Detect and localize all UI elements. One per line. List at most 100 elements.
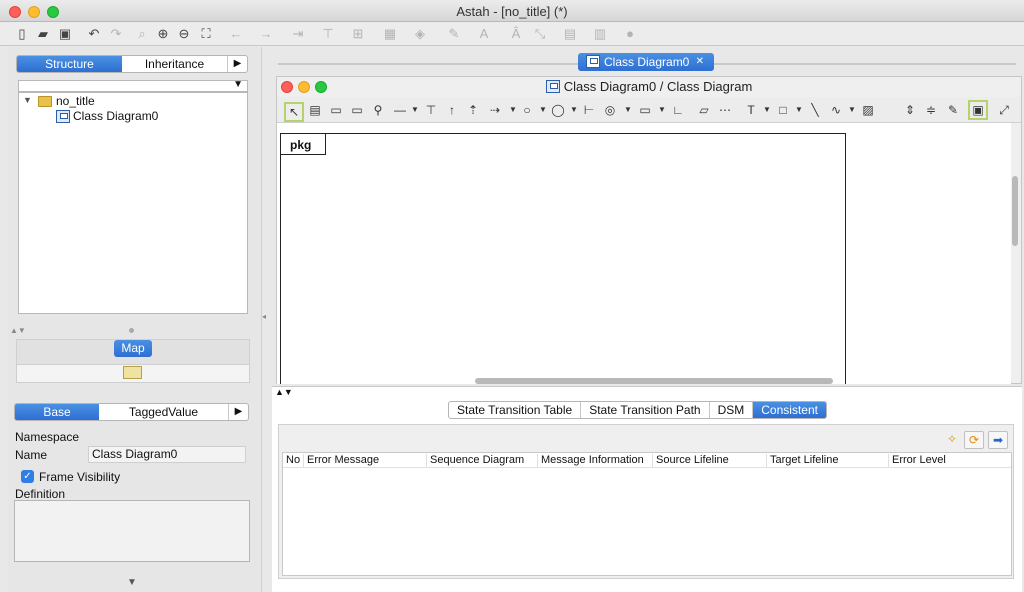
interface-tool-icon[interactable]: ⚲: [370, 102, 386, 118]
frame-visibility-checkbox[interactable]: ✓: [21, 470, 34, 483]
chevron-down-icon[interactable]: ▼: [535, 102, 551, 118]
object-tool-icon[interactable]: ▭: [637, 102, 653, 118]
instance-tool-icon[interactable]: ○: [519, 102, 535, 118]
tab-dsm[interactable]: DSM: [708, 402, 753, 418]
tab-base[interactable]: Base: [15, 404, 99, 420]
chevron-down-icon[interactable]: ▼: [844, 102, 860, 118]
map-viewport-indicator[interactable]: [123, 366, 142, 379]
definition-label: Definition: [15, 487, 66, 501]
collapse-down-icon[interactable]: ▼: [127, 577, 137, 588]
tab-consistent[interactable]: Consistent: [752, 402, 826, 418]
package-tool-icon[interactable]: ▭: [328, 102, 344, 118]
line-color-icon[interactable]: ✎: [446, 26, 462, 42]
name-field[interactable]: Class Diagram0: [88, 446, 246, 463]
select-tool-icon[interactable]: ↖: [284, 102, 304, 122]
close-tab-icon[interactable]: ✕: [696, 53, 704, 71]
link-tool-icon[interactable]: ∟: [670, 102, 686, 118]
chevron-down-icon[interactable]: ▼: [620, 102, 636, 118]
definition-textarea[interactable]: [14, 500, 250, 562]
realization-tool-icon[interactable]: ⇡: [465, 102, 481, 118]
snap-grid-icon[interactable]: ▣: [968, 100, 988, 120]
note-anchor-tool-icon[interactable]: ⋯: [717, 102, 733, 118]
map-button[interactable]: Map: [114, 340, 152, 357]
chevron-down-icon[interactable]: ▼: [566, 102, 582, 118]
bottom-splitter-icon[interactable]: ▲▼: [275, 387, 293, 397]
text-tool-icon[interactable]: T: [743, 102, 759, 118]
curve-tool-icon[interactable]: ∿: [828, 102, 844, 118]
new-file-icon[interactable]: ▯: [14, 26, 30, 42]
fit-window-icon[interactable]: ⛶: [198, 26, 214, 42]
control-tool-icon[interactable]: ⊢: [581, 102, 597, 118]
circle-style-icon[interactable]: ●: [622, 26, 638, 42]
size-icon[interactable]: ▤: [562, 26, 578, 42]
image-tool-icon[interactable]: ▨: [860, 102, 876, 118]
chevron-down-icon[interactable]: ▼: [654, 102, 670, 118]
line-tool-icon[interactable]: ╲: [807, 102, 823, 118]
zoom-in-icon[interactable]: ⊕: [155, 26, 171, 42]
class-tool-icon[interactable]: ▤: [307, 102, 323, 118]
back-icon[interactable]: ←: [228, 26, 244, 42]
line-style-icon[interactable]: ⤡: [532, 26, 548, 42]
association-class-icon[interactable]: ⊤: [423, 102, 439, 118]
tabs-more-icon[interactable]: ▶: [227, 56, 247, 72]
zoom-out-icon[interactable]: ⊖: [176, 26, 192, 42]
open-folder-icon[interactable]: ▰: [35, 26, 51, 42]
tree-item-no-title[interactable]: no_title: [56, 94, 95, 108]
redo-icon[interactable]: ↷: [108, 26, 124, 42]
boundary-tool-icon[interactable]: ◯: [550, 102, 566, 118]
note-tool-icon[interactable]: ▱: [696, 102, 712, 118]
splitter-arrows-icon[interactable]: ▲▼: [10, 326, 26, 335]
rectangle-tool-icon[interactable]: □: [775, 102, 791, 118]
refresh-icon[interactable]: ⟳: [964, 431, 984, 449]
splitter-handle[interactable]: [129, 328, 134, 333]
column-header-source-lifeline[interactable]: Source Lifeline: [652, 454, 766, 467]
tab-state-transition-path[interactable]: State Transition Path: [580, 402, 708, 418]
subsystem-tool-icon[interactable]: ▭: [349, 102, 365, 118]
tree-filter-dropdown[interactable]: ▼: [18, 79, 248, 92]
dependency-tool-icon[interactable]: ⇢: [487, 102, 503, 118]
diagram-document-tab[interactable]: Class Diagram0 ✕: [578, 53, 714, 71]
column-header-no[interactable]: No: [283, 454, 303, 467]
chevron-down-icon[interactable]: ▼: [791, 102, 807, 118]
distribute-icon[interactable]: ⊞: [350, 26, 366, 42]
column-header-sequence-diagram[interactable]: Sequence Diagram: [426, 454, 537, 467]
select-icon[interactable]: ⇥: [290, 26, 306, 42]
align-icon[interactable]: ⊤: [320, 26, 336, 42]
tree-item-class-diagram[interactable]: Class Diagram0: [73, 109, 158, 123]
prop-tabs-more-icon[interactable]: ▶: [228, 404, 248, 420]
arrange-icon[interactable]: ▥: [592, 26, 608, 42]
class-diagram-icon: [56, 110, 70, 123]
column-header-target-lifeline[interactable]: Target Lifeline: [766, 454, 888, 467]
column-header-error-level[interactable]: Error Level: [888, 454, 1011, 467]
tab-state-transition-table[interactable]: State Transition Table: [449, 402, 580, 418]
entity-tool-icon[interactable]: ◎: [602, 102, 618, 118]
pin-icon[interactable]: ✎: [945, 102, 961, 118]
save-icon[interactable]: ▣: [57, 26, 73, 42]
expand-triangle-icon[interactable]: ▼: [23, 95, 32, 105]
pane-splitter-icon[interactable]: ◂: [262, 312, 266, 321]
fill-color-icon[interactable]: ◈: [412, 26, 428, 42]
tab-tagged-value[interactable]: TaggedValue: [99, 404, 228, 420]
chevron-down-icon[interactable]: ▼: [759, 102, 775, 118]
export-icon[interactable]: ➡: [988, 431, 1008, 449]
undo-icon[interactable]: ↶: [86, 26, 102, 42]
tab-inheritance[interactable]: Inheritance: [122, 56, 227, 72]
vertical-scrollbar[interactable]: [1012, 176, 1018, 246]
association-tool-icon[interactable]: —: [392, 102, 408, 118]
zoom-area-icon[interactable]: ⌕: [134, 26, 150, 42]
font-color-icon[interactable]: A: [476, 26, 492, 42]
package-frame[interactable]: [280, 133, 846, 384]
chevron-down-icon[interactable]: ▼: [407, 102, 423, 118]
font-size-icon[interactable]: Â: [508, 26, 524, 42]
tab-structure[interactable]: Structure: [17, 56, 122, 72]
generalization-tool-icon[interactable]: ↑: [444, 102, 460, 118]
resize-icon[interactable]: ⤢: [996, 102, 1012, 118]
column-header-message-information[interactable]: Message Information: [537, 454, 652, 467]
layer-icon[interactable]: ▦: [382, 26, 398, 42]
check-consistency-icon[interactable]: ✧: [942, 431, 962, 449]
horizontal-scrollbar[interactable]: [475, 378, 833, 384]
vertical-space-icon[interactable]: ⇕: [902, 102, 918, 118]
forward-icon[interactable]: →: [258, 26, 274, 42]
column-header-error-message[interactable]: Error Message: [303, 454, 426, 467]
compress-space-icon[interactable]: ≑: [923, 102, 939, 118]
